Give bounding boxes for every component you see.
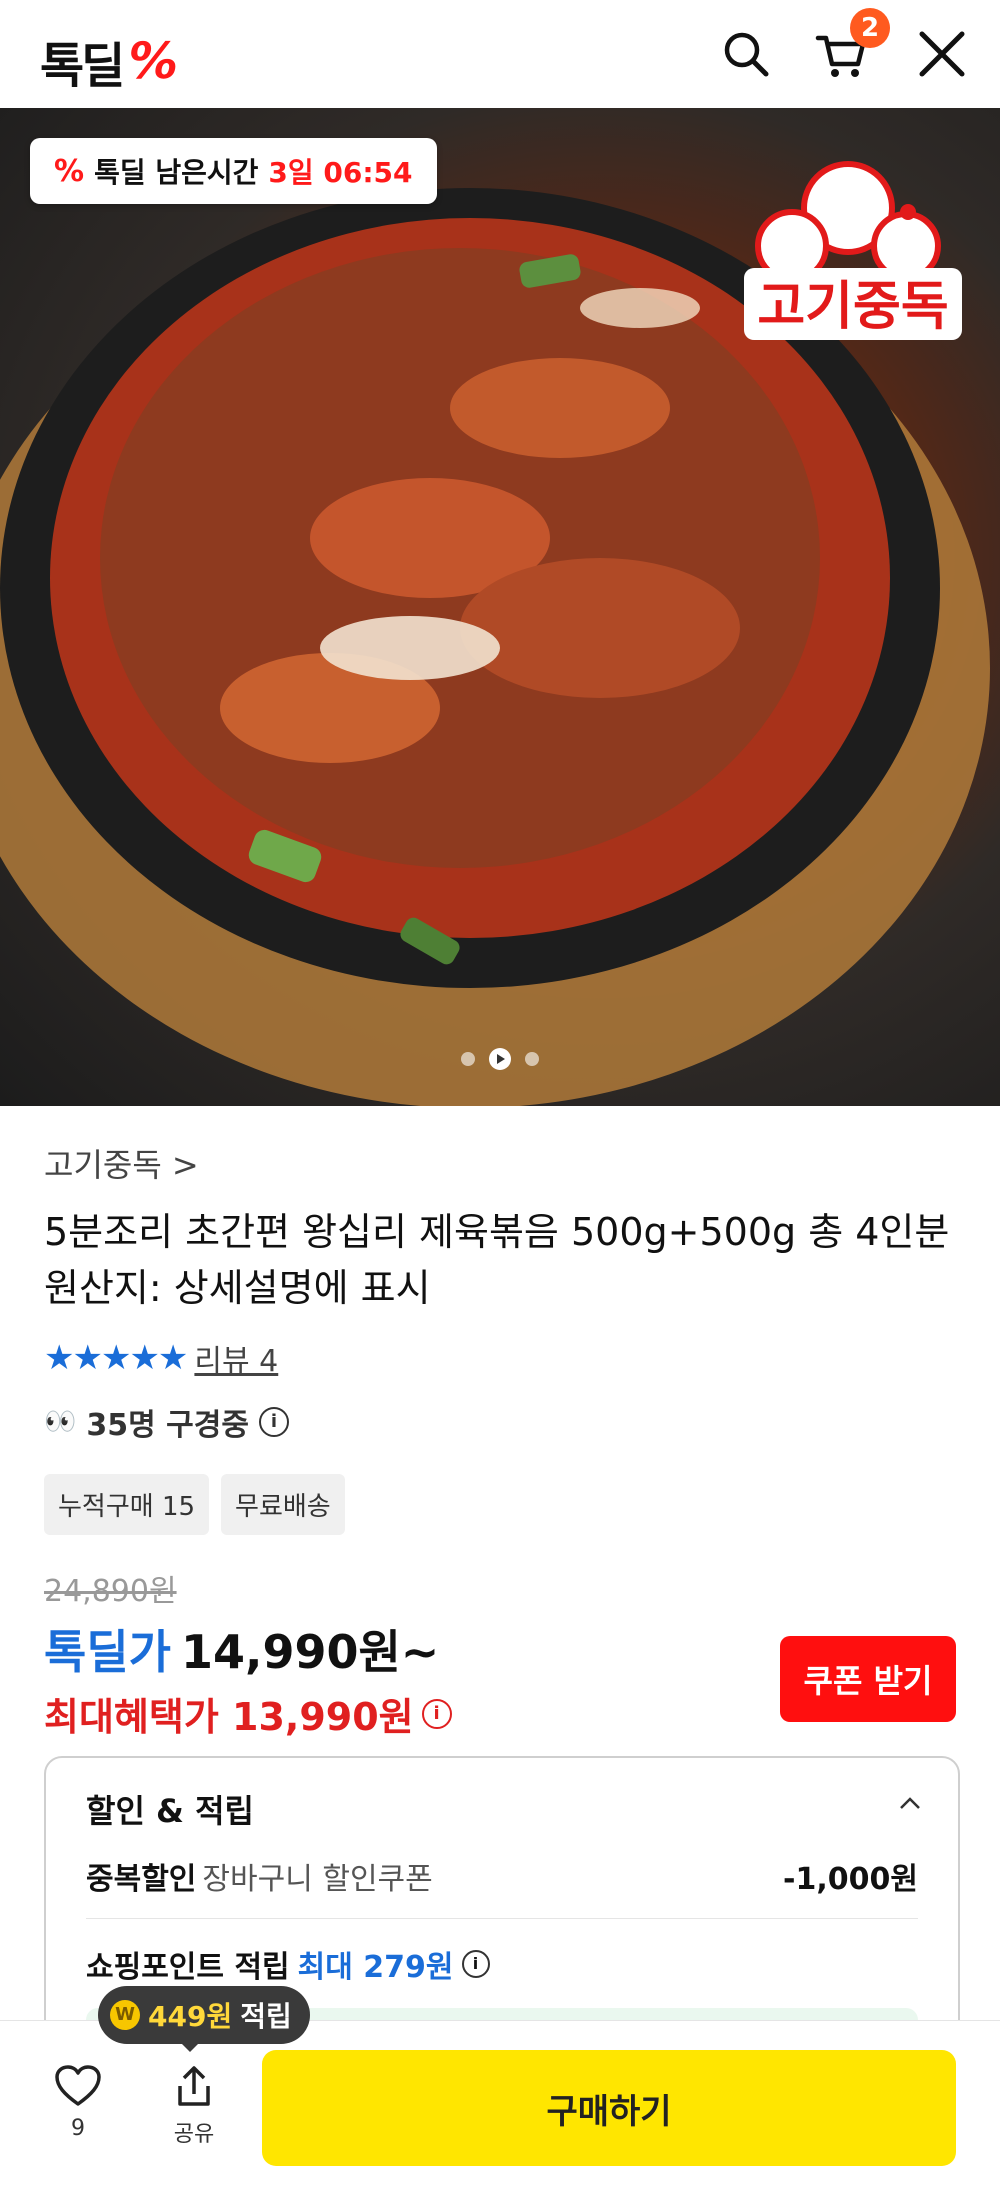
product-title-line2: 원산지: 상세설명에 표시 (44, 1266, 431, 1310)
product-info: 고기중독 > 5분조리 초간편 왕십리 제육볶음 500g+500g 총 4인분… (44, 1140, 956, 1535)
divider (86, 1918, 918, 1919)
shopping-points-row: 쇼핑포인트 적립 최대 279원 i (86, 1942, 490, 1986)
shopping-points-label: 쇼핑포인트 적립 (86, 1950, 290, 1985)
brand-stamp-logo: 고기중독 (744, 161, 962, 340)
product-title: 5분조리 초간편 왕십리 제육볶음 500g+500g 총 4인분 원산지: 상… (44, 1204, 956, 1316)
deal-price: 14,990원~ (180, 1625, 440, 1679)
original-price: 24,890원 (44, 1574, 177, 1609)
carousel-dot[interactable] (461, 1052, 475, 1066)
max-benefit-price: 최대혜택가 13,990원 (44, 1695, 414, 1739)
info-icon[interactable]: i (421, 1698, 452, 1729)
points-reward-tooltip: W 449원 적립 (98, 1986, 310, 2044)
share-label: 공유 (173, 2122, 215, 2147)
info-icon[interactable]: i (258, 1407, 289, 1437)
info-icon[interactable]: i (461, 1950, 490, 1978)
store-link[interactable]: 고기중독 > (44, 1140, 956, 1186)
viewers-row: 👀 35명 구경중 i (44, 1400, 956, 1444)
review-link[interactable]: 리뷰 4 (194, 1336, 278, 1380)
chevron-up-icon[interactable] (898, 1792, 922, 1816)
share-icon (178, 2066, 210, 2106)
deal-price-label: 톡딜가 (44, 1625, 171, 1679)
rating-row: ★★★★★ 리뷰 4 (44, 1336, 956, 1380)
logo-percent-mark: % (123, 32, 184, 90)
top-bar: 톡딜 % 2 (0, 0, 1000, 109)
tag-free-shipping: 무료배송 (221, 1474, 345, 1535)
shopping-points-value: 최대 279원 (297, 1950, 454, 1985)
product-title-line1: 5분조리 초간편 왕십리 제육볶음 500g+500g 총 4인분 (44, 1210, 950, 1254)
stacked-discount-row: 중복할인 장바구니 할인쿠폰 -1,000원 (86, 1854, 918, 1898)
deal-timer-value: 3일 06:54 (268, 156, 413, 189)
benefits-title: 할인 & 적립 (86, 1792, 254, 1830)
tag-cumulative-purchase: 누적구매 15 (44, 1474, 210, 1535)
reward-label: 적립 (240, 2000, 292, 2033)
talkdeal-logo[interactable]: 톡딜 % (40, 26, 184, 96)
get-coupon-button[interactable]: 쿠폰 받기 (780, 1636, 956, 1722)
share-button[interactable]: 공유 (154, 2064, 234, 2148)
carousel-dot[interactable] (525, 1052, 539, 1066)
heart-icon (55, 2065, 101, 2106)
close-icon[interactable] (914, 26, 970, 82)
product-tags: 누적구매 15 무료배송 (44, 1474, 956, 1535)
like-count: 9 (71, 2116, 85, 2141)
eyes-icon: 👀 (44, 1407, 77, 1437)
logo-text: 톡딜 (40, 38, 125, 94)
star-rating-icon: ★★★★★ (44, 1338, 188, 1378)
search-icon[interactable] (718, 26, 774, 82)
stacked-discount-label: 중복할인 (86, 1862, 197, 1897)
reward-amount: 449원 (148, 2000, 233, 2033)
cart-count-badge: 2 (850, 8, 890, 48)
deal-timer: % 톡딜 남은시간 3일 06:54 (30, 138, 437, 204)
product-image-carousel[interactable]: % 톡딜 남은시간 3일 06:54 고기중독 (0, 108, 1000, 1106)
tooltip-tail (180, 2042, 200, 2052)
deal-percent-icon: % (54, 153, 85, 189)
stacked-discount-sub: 장바구니 할인쿠폰 (202, 1862, 433, 1897)
buy-button[interactable]: 구매하기 (262, 2050, 956, 2166)
carousel-indicator (0, 1048, 1000, 1070)
coin-icon: W (110, 2000, 140, 2030)
stacked-discount-value: -1,000원 (783, 1862, 918, 1897)
svg-text:고기중독: 고기중독 (757, 277, 948, 337)
like-button[interactable]: 9 (38, 2064, 118, 2141)
deal-timer-label: 톡딜 남은시간 (94, 156, 259, 189)
carousel-dot-active[interactable] (489, 1048, 511, 1070)
viewers-count: 35명 구경중 (86, 1408, 249, 1443)
